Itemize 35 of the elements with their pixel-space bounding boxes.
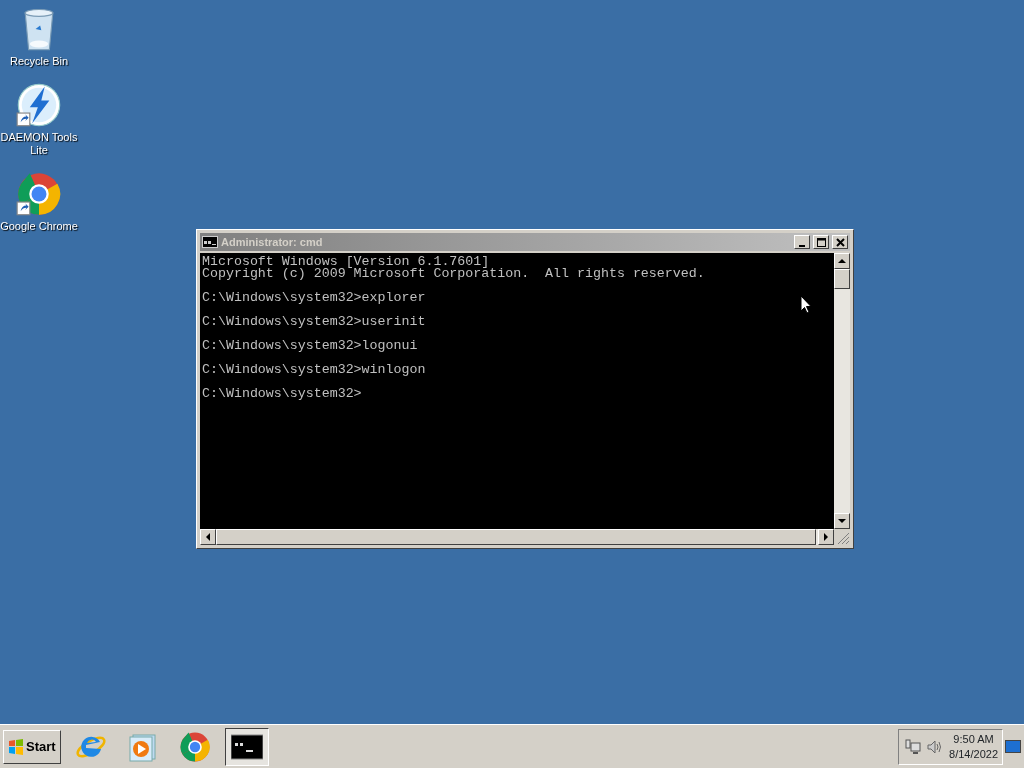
- icon-label[interactable]: Google Chrome: [0, 220, 78, 233]
- mouse-pointer-icon: [800, 295, 812, 315]
- speaker-icon[interactable]: [927, 738, 944, 755]
- console-icon: [202, 236, 218, 248]
- arrow-icon: [838, 519, 846, 523]
- icon-label[interactable]: Recycle Bin: [9, 55, 69, 68]
- chrome-icon[interactable]: [16, 171, 62, 217]
- console-line: C:\Windows\system32>logonui: [202, 340, 418, 352]
- scroll-up-button[interactable]: [834, 253, 850, 269]
- icon-label[interactable]: DAEMON Tools Lite: [0, 131, 78, 157]
- console-line: Microsoft Windows [Version 6.1.7601]: [202, 256, 490, 268]
- minimize-button[interactable]: [794, 235, 810, 249]
- close-button[interactable]: [832, 235, 848, 249]
- console-line: C:\Windows\system32>: [202, 388, 362, 400]
- window-title: Administrator: cmd: [221, 234, 324, 250]
- console-taskbar-button[interactable]: [224, 727, 269, 766]
- arrow-icon: [824, 533, 828, 541]
- network-icon[interactable]: [905, 738, 922, 755]
- arrow-icon: [838, 259, 846, 263]
- maximize-button[interactable]: [813, 235, 829, 249]
- scroll-down-button[interactable]: [834, 513, 850, 529]
- clock-date[interactable]: 8/14/2022: [949, 746, 998, 762]
- console-line: C:\Windows\system32>userinit: [202, 316, 426, 328]
- arrow-icon: [206, 533, 210, 541]
- console-line: C:\Windows\system32>explorer: [202, 292, 426, 304]
- scroll-right-button[interactable]: [818, 529, 834, 545]
- console-line: C:\Windows\system32>winlogon: [202, 364, 426, 376]
- clock-time[interactable]: 9:50 AM: [949, 731, 998, 747]
- scroll-left-button[interactable]: [200, 529, 216, 545]
- flag-icon: [8, 738, 24, 755]
- console-line: Copyright (c) 2009 Microsoft Corporation. All rights reserved.: [202, 268, 705, 280]
- start-button[interactable]: Start: [3, 729, 61, 764]
- lightning-icon[interactable]: [16, 82, 62, 128]
- show-desktop-icon[interactable]: [1005, 739, 1021, 754]
- minimize-icon: [798, 244, 805, 247]
